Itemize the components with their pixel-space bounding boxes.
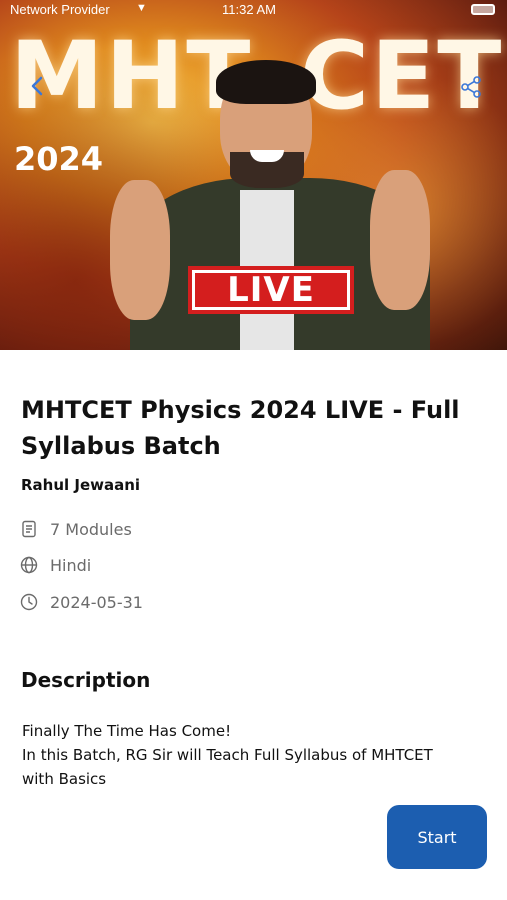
share-button[interactable]	[460, 76, 482, 98]
network-provider: Network Provider	[10, 2, 110, 17]
description-heading: Description	[21, 668, 151, 692]
start-button[interactable]: Start	[387, 805, 487, 869]
status-bar: Network Provider ▼ 11:32 AM	[0, 0, 507, 18]
description-line: Finally The Time Has Come!	[22, 722, 232, 740]
live-badge-label: LIVE	[195, 273, 347, 307]
date-label: 2024-05-31	[50, 592, 143, 612]
language-label: Hindi	[50, 555, 92, 575]
status-time: 11:32 AM	[222, 2, 276, 17]
description-text: Finally The Time Has Come! In this Batch…	[22, 719, 482, 791]
live-badge: LIVE	[188, 266, 354, 314]
banner-year: 2024	[14, 140, 104, 178]
course-title: MHTCET Physics 2024 LIVE - Full Syllabus…	[21, 396, 460, 460]
course-banner: Network Provider ▼ 11:32 AM MHT CET 2024…	[0, 0, 507, 350]
chevron-left-icon	[31, 76, 43, 96]
instructor-name: Rahul Jewaani	[21, 476, 141, 494]
course-date: 2024-05-31	[20, 591, 143, 613]
description-line: In this Batch, RG Sir will Teach Full Sy…	[22, 746, 433, 764]
share-icon	[461, 76, 481, 98]
globe-icon	[20, 556, 38, 574]
back-button[interactable]	[26, 74, 50, 98]
battery-icon	[471, 4, 495, 15]
document-icon	[20, 520, 38, 538]
modules-label: 7 Modules	[50, 519, 132, 539]
description-line: with Basics	[22, 770, 107, 788]
clock-icon	[20, 593, 38, 611]
modules-count: 7 Modules	[20, 518, 132, 540]
wifi-icon: ▼	[136, 2, 147, 14]
course-language: Hindi	[20, 554, 91, 576]
